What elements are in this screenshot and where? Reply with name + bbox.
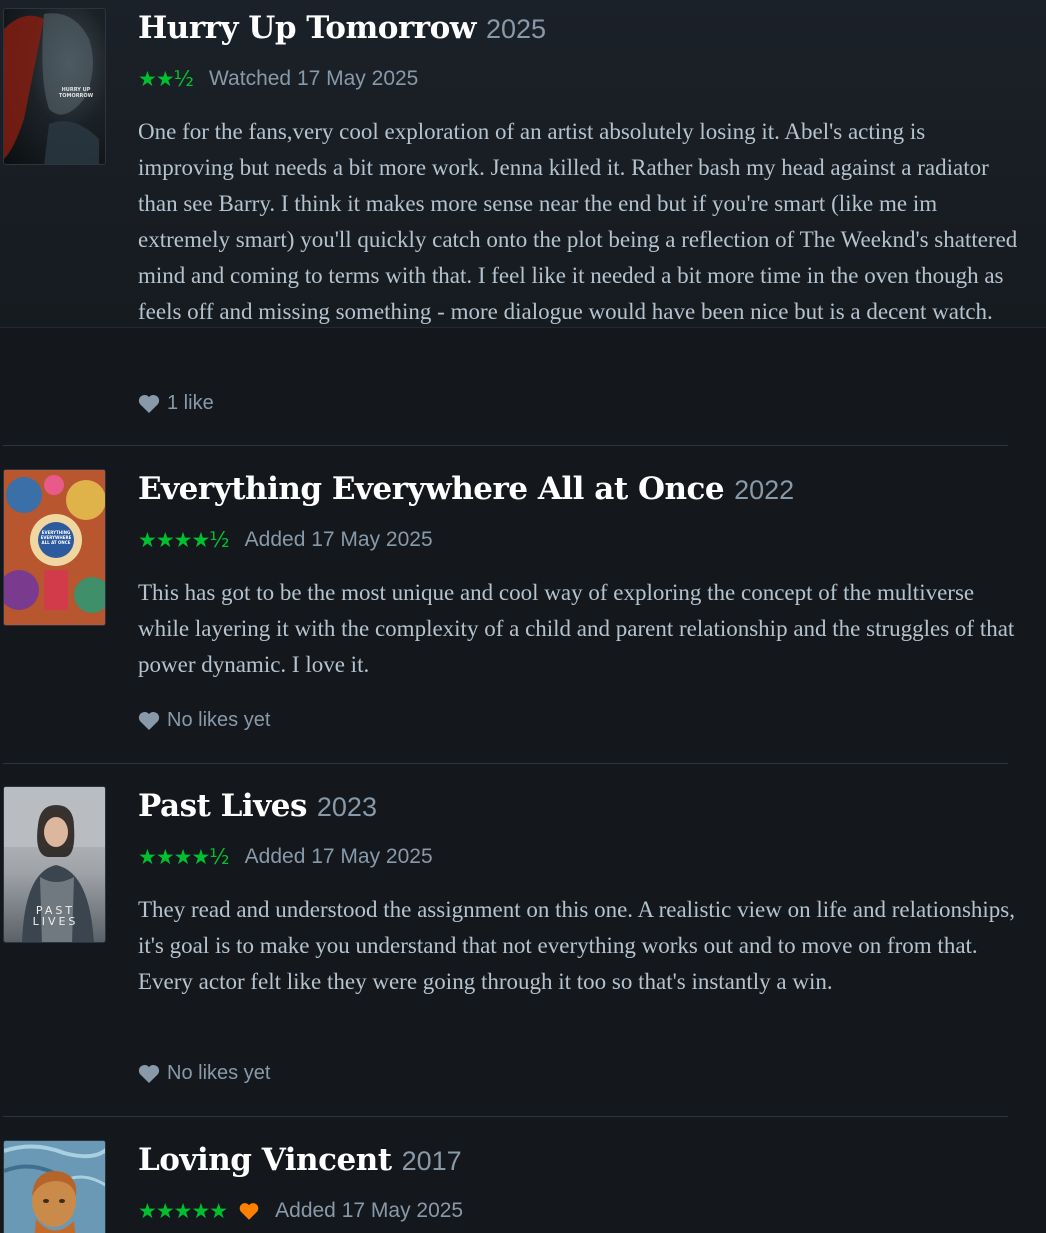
poster-title-text: PAST LIVES bbox=[32, 904, 79, 928]
film-title-link[interactable]: Loving Vincent bbox=[138, 1142, 392, 1178]
review-divider bbox=[3, 445, 1008, 446]
film-year-link[interactable]: 2022 bbox=[734, 475, 794, 505]
likes-count: No likes yet bbox=[167, 709, 271, 731]
likes-count: 1 like bbox=[167, 392, 214, 414]
review-meta: ★★★★½ Added 17 May 2025 bbox=[138, 528, 433, 552]
added-date-link[interactable]: Added 17 May 2025 bbox=[275, 1199, 463, 1223]
film-poster[interactable]: PAST LIVES bbox=[3, 786, 106, 943]
review-meta: ★★★★★ Added 17 May 2025 bbox=[138, 1199, 463, 1223]
review-divider bbox=[3, 763, 1008, 764]
poster-art bbox=[4, 470, 105, 625]
rating-stars: ★★★★★ bbox=[138, 1199, 228, 1223]
title-row: Past Lives 2023 bbox=[138, 788, 377, 824]
likes-count: No likes yet bbox=[167, 1062, 271, 1084]
review-text: They read and understood the assignment … bbox=[138, 897, 1015, 994]
likes-row[interactable]: No likes yet bbox=[138, 1062, 270, 1085]
film-poster[interactable] bbox=[3, 1140, 106, 1233]
title-row: Everything Everywhere All at Once 2022 bbox=[138, 471, 794, 507]
review-divider bbox=[3, 1116, 1008, 1117]
added-date-link[interactable]: Added 17 May 2025 bbox=[245, 845, 433, 869]
poster-title-text: HURRY UP TOMORROW bbox=[58, 87, 94, 99]
rating-stars: ★★★★½ bbox=[138, 845, 230, 869]
rating-stars: ★★½ bbox=[138, 67, 194, 91]
watched-date-link[interactable]: Watched 17 May 2025 bbox=[209, 67, 418, 91]
film-title-link[interactable]: Everything Everywhere All at Once bbox=[138, 471, 725, 507]
likes-row[interactable]: 1 like bbox=[138, 392, 214, 415]
poster-art bbox=[4, 1141, 105, 1233]
heart-icon[interactable] bbox=[138, 711, 160, 730]
heart-icon[interactable] bbox=[138, 394, 160, 413]
review-text: This has got to be the most unique and c… bbox=[138, 580, 1015, 677]
film-poster[interactable]: EVERYTHING EVERYWHERE ALL AT ONCE bbox=[3, 469, 106, 626]
film-poster[interactable]: HURRY UP TOMORROW bbox=[3, 8, 106, 165]
heart-icon[interactable] bbox=[138, 1064, 160, 1083]
review-text: One for the fans,very cool exploration o… bbox=[138, 119, 1018, 324]
film-year-link[interactable]: 2023 bbox=[317, 792, 377, 822]
rating-stars: ★★★★½ bbox=[138, 528, 230, 552]
added-date-link[interactable]: Added 17 May 2025 bbox=[245, 528, 433, 552]
poster-title-text: EVERYTHING EVERYWHERE ALL AT ONCE bbox=[40, 530, 72, 545]
review-meta: ★★★★½ Added 17 May 2025 bbox=[138, 845, 433, 869]
title-row: Loving Vincent 2017 bbox=[138, 1142, 462, 1178]
likes-row[interactable]: No likes yet bbox=[138, 709, 270, 732]
review-meta: ★★½ Watched 17 May 2025 bbox=[138, 67, 418, 91]
film-year-link[interactable]: 2025 bbox=[486, 14, 546, 44]
film-title-link[interactable]: Past Lives bbox=[138, 788, 307, 824]
film-year-link[interactable]: 2017 bbox=[402, 1146, 462, 1176]
film-title-link[interactable]: Hurry Up Tomorrow bbox=[138, 10, 477, 46]
liked-heart-icon bbox=[239, 1203, 259, 1220]
title-row: Hurry Up Tomorrow 2025 bbox=[138, 10, 546, 46]
